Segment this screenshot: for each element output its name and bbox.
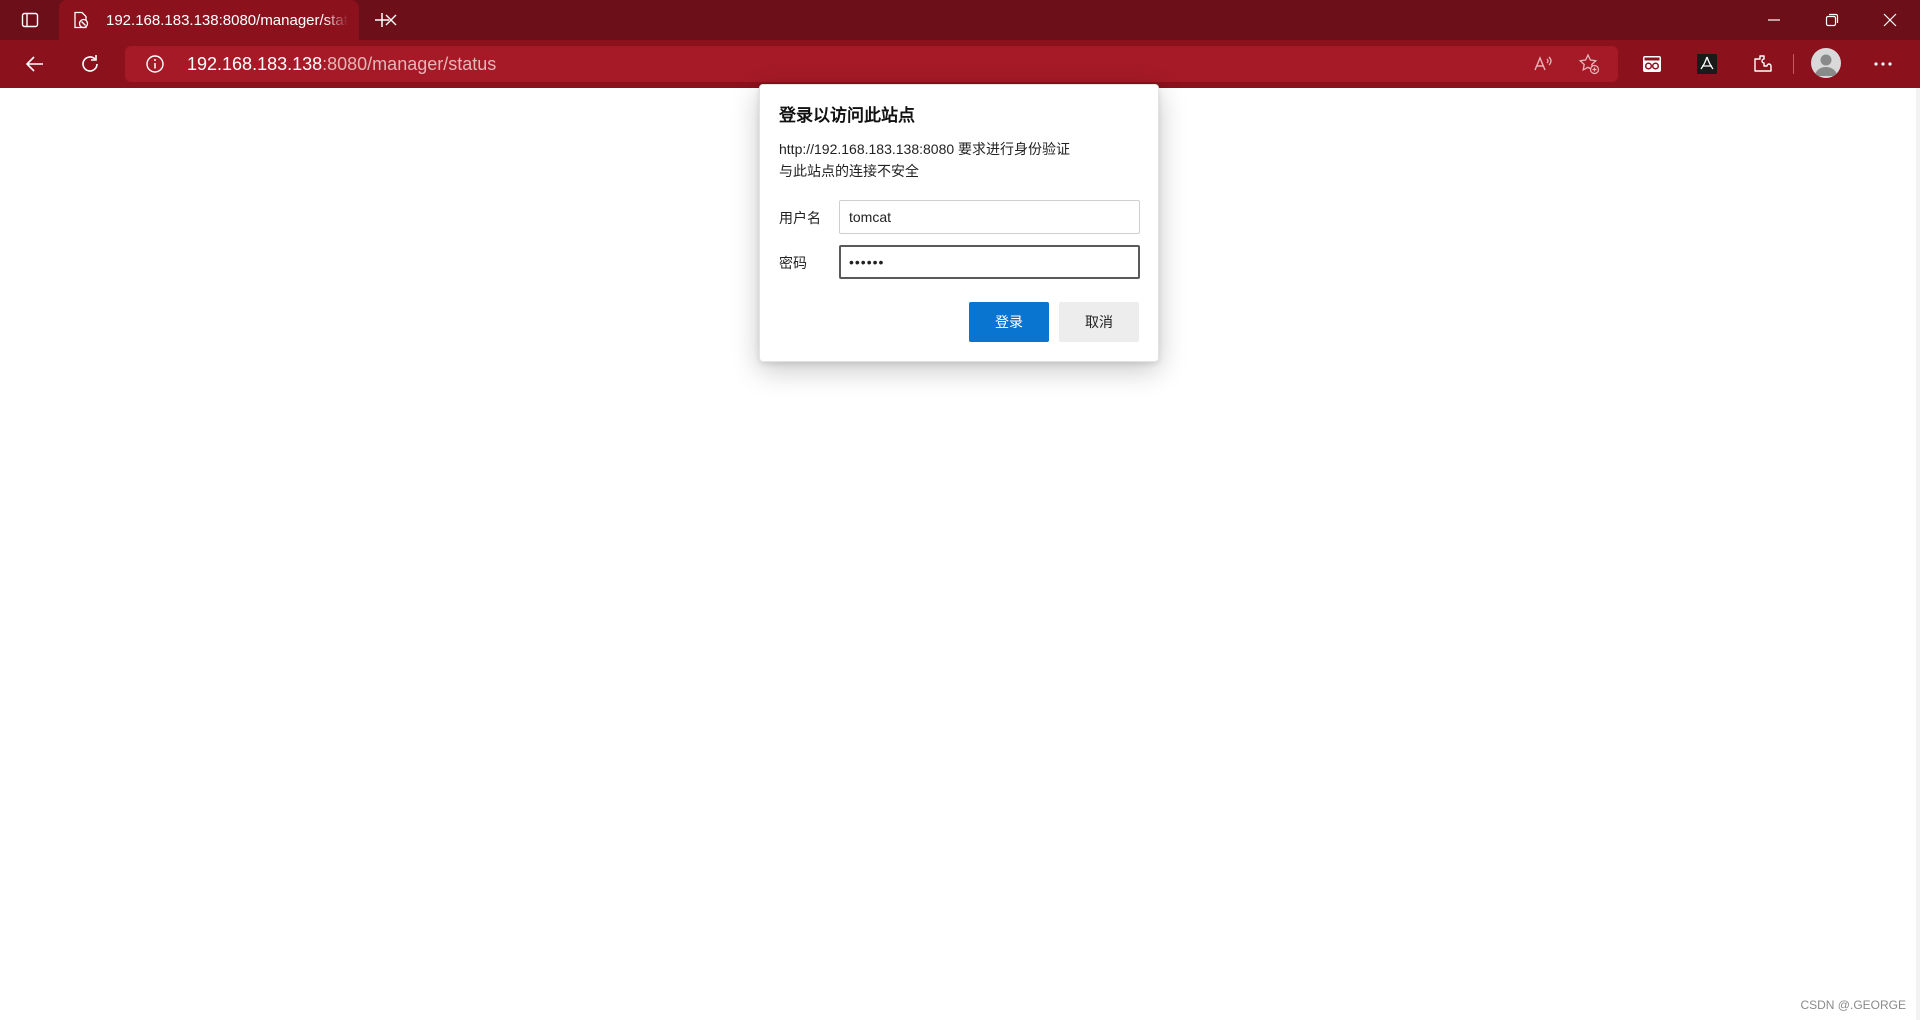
url-path: :8080/manager/status [322, 54, 497, 74]
add-favorite-icon[interactable] [1571, 46, 1607, 82]
profile-icon[interactable] [1811, 48, 1841, 78]
extensions-icon[interactable] [1745, 46, 1781, 82]
password-label: 密码 [779, 255, 807, 271]
cancel-button[interactable]: 取消 [1059, 302, 1139, 342]
extension-icon[interactable] [1634, 46, 1670, 82]
restore-icon[interactable] [1804, 0, 1860, 40]
dialog-insecure-text: 与此站点的连接不安全 [779, 163, 919, 179]
password-field[interactable]: •••••• [839, 245, 1140, 279]
page-scrollbar[interactable] [1916, 88, 1920, 1020]
url-host: 192.168.183.138 [187, 54, 323, 74]
close-window-icon[interactable] [1862, 0, 1918, 40]
read-aloud-icon[interactable] [1525, 46, 1561, 82]
acrobat-icon[interactable] [1689, 46, 1725, 82]
username-field[interactable]: tomcat [839, 200, 1140, 234]
tab-bar: 192.168.183.138:8080/manager/status [0, 0, 1920, 40]
watermark: CSDN @.GEORGE [1800, 998, 1906, 1012]
browser-toolbar: 192.168.183.138:8080/manager/status [0, 40, 1920, 88]
username-label: 用户名 [779, 210, 821, 226]
refresh-icon[interactable] [72, 46, 108, 82]
tab-title: 192.168.183.138:8080/manager/status [106, 12, 348, 30]
dialog-auth-required-text: http://192.168.183.138:8080 要求进行身份验证 [779, 141, 1071, 157]
address-bar[interactable]: 192.168.183.138:8080/manager/status [125, 46, 1618, 82]
auth-dialog: 登录以访问此站点 http://192.168.183.138:8080 要求进… [759, 84, 1159, 362]
back-icon[interactable] [17, 46, 53, 82]
document-blocked-icon [72, 11, 90, 29]
toolbar-divider [1793, 54, 1794, 74]
tab-actions-icon[interactable] [12, 6, 48, 34]
login-button[interactable]: 登录 [969, 302, 1049, 342]
tab-active[interactable]: 192.168.183.138:8080/manager/status [59, 0, 397, 40]
url-text[interactable]: 192.168.183.138:8080/manager/status [187, 54, 496, 74]
minimize-icon[interactable] [1746, 0, 1802, 40]
dialog-title: 登录以访问此站点 [779, 106, 915, 125]
new-tab-icon[interactable] [368, 6, 396, 34]
more-icon[interactable] [1865, 46, 1901, 82]
site-info-icon[interactable] [145, 54, 165, 74]
